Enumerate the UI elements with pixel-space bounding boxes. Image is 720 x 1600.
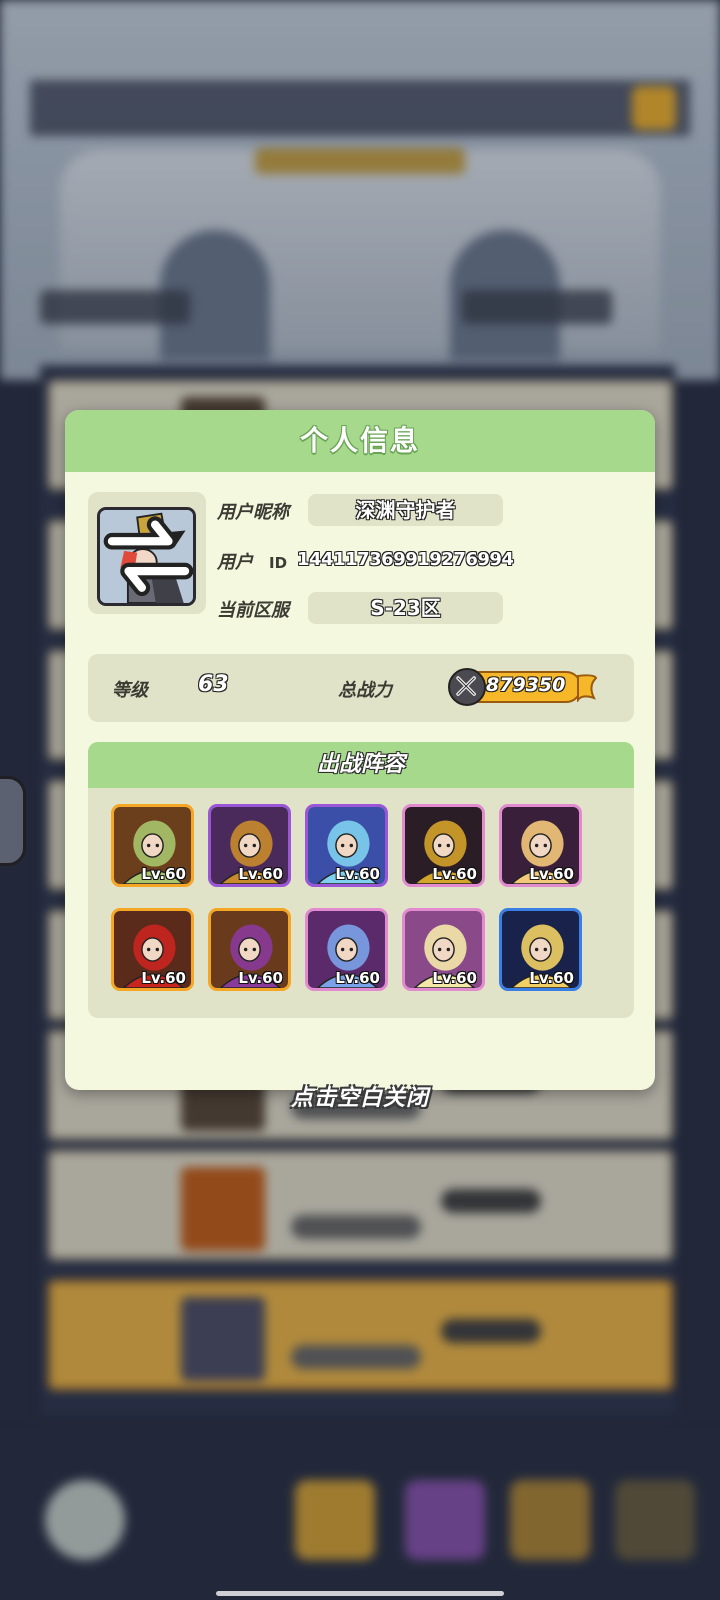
hero-card[interactable]: Lv.60 <box>402 804 485 887</box>
avatar[interactable] <box>97 507 196 606</box>
hero-level: Lv.60 <box>238 865 283 883</box>
level-label: 等级 <box>112 680 148 701</box>
hero-card[interactable]: Lv.60 <box>305 908 388 991</box>
server-value: S-23区 <box>308 592 503 624</box>
lineup-header: 出战阵容 <box>88 742 634 788</box>
combat-power-badge: 879350 <box>448 668 598 706</box>
side-character-sprite <box>0 776 26 866</box>
hero-level: Lv.60 <box>335 865 380 883</box>
level-value: 63 <box>198 672 229 697</box>
hero-card[interactable]: Lv.60 <box>499 908 582 991</box>
hero-card[interactable]: Lv.60 <box>499 804 582 887</box>
hero-level: Lv.60 <box>335 969 380 987</box>
nickname-value: 深渊守护者 <box>308 494 503 526</box>
hero-level: Lv.60 <box>529 865 574 883</box>
dialog-title: 个人信息 <box>299 424 420 457</box>
avatar-frame <box>88 492 206 614</box>
personal-info-dialog: 个人信息 用户昵称 深渊守护者 用户 ID 144117369919276994… <box>65 410 655 1090</box>
hero-card[interactable]: Lv.60 <box>111 804 194 887</box>
lineup-title: 出战阵容 <box>316 752 405 777</box>
hero-level: Lv.60 <box>141 865 186 883</box>
user-id-value: 144117369919276994 <box>297 549 514 570</box>
hero-card[interactable]: Lv.60 <box>208 908 291 991</box>
battle-lineup-panel: 出战阵容 Lv.60 Lv.60 Lv.60 Lv.60 Lv.60 Lv.60 Lv.60… <box>88 742 634 1018</box>
hero-level: Lv.60 <box>432 969 477 987</box>
hero-level: Lv.60 <box>529 969 574 987</box>
user-id-label: 用户 ID <box>217 548 287 574</box>
home-indicator[interactable] <box>216 1591 504 1596</box>
hero-level: Lv.60 <box>432 865 477 883</box>
id-label: ID <box>269 554 288 572</box>
user-label: 用户 <box>217 552 253 573</box>
tap-blank-to-close-hint: 点击空白关闭 <box>290 1086 429 1111</box>
stats-bar: 等级 63 总战力 879350 <box>88 654 634 722</box>
swap-avatar-icon[interactable] <box>102 508 195 601</box>
hero-level: Lv.60 <box>238 969 283 987</box>
power-value: 879350 <box>486 674 566 696</box>
hero-card[interactable]: Lv.60 <box>305 804 388 887</box>
hero-card[interactable]: Lv.60 <box>208 804 291 887</box>
hero-level: Lv.60 <box>141 969 186 987</box>
power-label: 总战力 <box>338 680 392 701</box>
server-label: 当前区服 <box>217 600 289 621</box>
crossed-swords-icon <box>448 668 486 706</box>
hero-card[interactable]: Lv.60 <box>111 908 194 991</box>
dialog-header: 个人信息 <box>65 410 655 472</box>
nickname-label: 用户昵称 <box>217 502 289 523</box>
hero-card[interactable]: Lv.60 <box>402 908 485 991</box>
flame-flare-icon <box>577 674 598 702</box>
